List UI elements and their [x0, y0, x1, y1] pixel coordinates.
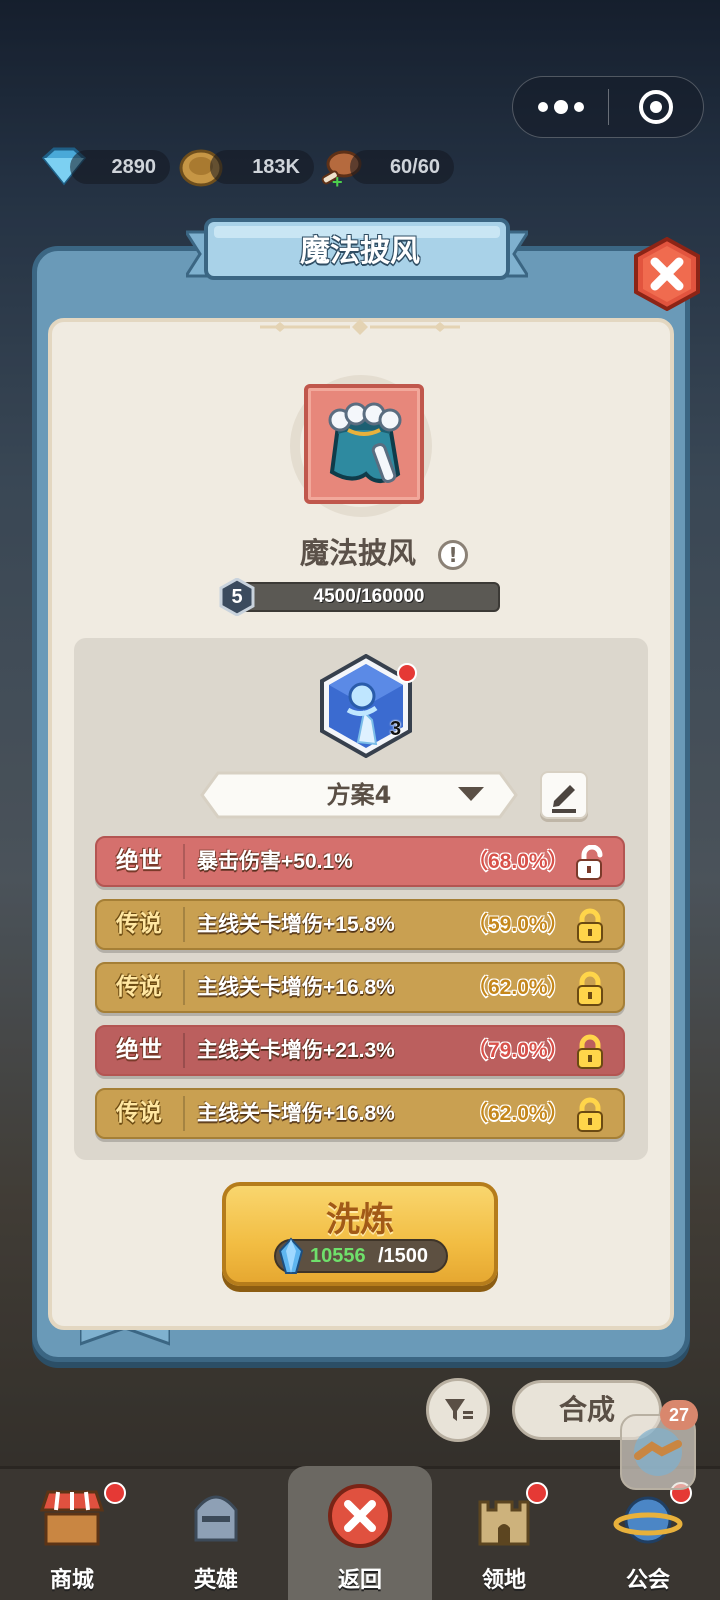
lock-icon[interactable] [573, 908, 607, 944]
resource-stamina: 60/60 [350, 150, 454, 184]
notification-dot [526, 1482, 548, 1504]
affix-row: 传说 主线关卡增伤+15.8% （59.0%） [95, 899, 625, 950]
nav-label: 领地 [481, 1568, 526, 1593]
dialog-title: 魔法披风 [300, 234, 420, 269]
wash-cost-need: /1500 [378, 1245, 429, 1267]
row-divider [183, 1033, 185, 1068]
affix-row: 传说 主线关卡增伤+16.8% （62.0%） [95, 962, 625, 1013]
affix-percent: （62.0%） [467, 976, 569, 999]
close-x-icon[interactable] [632, 237, 702, 311]
unlock-icon[interactable] [573, 845, 607, 881]
target-circle-icon[interactable] [609, 77, 703, 137]
affix-text: 主线关卡增伤+16.8% [197, 1102, 395, 1125]
more-dots-icon[interactable] [513, 77, 608, 137]
crystal-icon [278, 1237, 304, 1274]
affix-percent: （59.0%） [467, 913, 569, 936]
close-x-icon [328, 1484, 392, 1548]
item-icon-frame [304, 384, 424, 504]
diamond-value: 2890 [111, 155, 157, 178]
filter-button[interactable] [426, 1378, 490, 1442]
nav-heroes[interactable]: 英雄 [144, 1466, 288, 1600]
affix-row: 绝世 主线关卡增伤+21.3% （79.0%） [95, 1025, 625, 1076]
row-divider [183, 907, 185, 942]
row-divider [183, 970, 185, 1005]
affix-tier: 传说 [116, 1100, 162, 1126]
svg-text:+: + [332, 172, 343, 190]
affix-text: 主线关卡增伤+16.8% [197, 976, 395, 999]
affix-tier: 传说 [116, 974, 162, 1000]
affix-percent: （68.0%） [467, 850, 569, 873]
notification-dot [397, 663, 417, 683]
affix-text: 主线关卡增伤+15.8% [197, 913, 395, 936]
wash-cost-have: 10556 [310, 1245, 366, 1267]
float-badge-count: 27 [660, 1400, 698, 1430]
nav-label: 商城 [49, 1568, 94, 1593]
affix-tier: 传说 [116, 911, 162, 937]
gem-count: 3 [390, 718, 402, 740]
affix-text: 暴击伤害+50.1% [197, 850, 353, 873]
stamina-value: 60/60 [389, 155, 440, 178]
nav-label: 返回 [337, 1568, 382, 1593]
nav-territory[interactable]: 领地 [432, 1466, 576, 1600]
nav-label: 公会 [625, 1568, 670, 1593]
nav-shop[interactable]: 商城 [0, 1466, 144, 1600]
row-divider [183, 1096, 185, 1131]
row-divider [183, 844, 185, 879]
exclamation-icon[interactable]: ! [438, 540, 468, 570]
edit-scheme-button[interactable] [540, 771, 588, 819]
affix-row: 绝世 暴击伤害+50.1% （68.0%） [95, 836, 625, 887]
affix-percent: （79.0%） [467, 1039, 569, 1062]
miniprogram-capsule [512, 76, 704, 138]
lock-icon[interactable] [573, 1097, 607, 1133]
item-name: 魔法披风 [300, 536, 417, 570]
knight-helmet-icon [194, 1495, 238, 1542]
cloak-icon [328, 402, 402, 483]
filter-icon [445, 1399, 473, 1421]
nav-back[interactable]: 返回 [288, 1466, 432, 1600]
resource-coin: 183K [210, 150, 314, 184]
nav-label: 英雄 [193, 1568, 238, 1593]
exp-text: 4500/160000 [313, 586, 425, 607]
triangle-down-icon [458, 787, 484, 801]
ornament-decoration [260, 319, 460, 335]
lock-icon[interactable] [573, 1034, 607, 1070]
wash-label: 洗炼 [326, 1200, 394, 1240]
notification-dot [104, 1482, 126, 1504]
affix-text: 主线关卡增伤+21.3% [197, 1039, 395, 1062]
affix-percent: （62.0%） [467, 1102, 569, 1125]
lock-icon[interactable] [573, 971, 607, 1007]
pencil-edit-icon [552, 785, 576, 813]
item-level: 5 [231, 586, 243, 608]
resource-diamond: 2890 [70, 150, 170, 184]
affix-tier: 绝世 [116, 848, 162, 874]
affix-row: 传说 主线关卡增伤+16.8% （62.0%） [95, 1088, 625, 1139]
shop-stall-icon [39, 1490, 105, 1546]
coin-value: 183K [252, 155, 300, 178]
affix-tier: 绝世 [116, 1037, 162, 1063]
